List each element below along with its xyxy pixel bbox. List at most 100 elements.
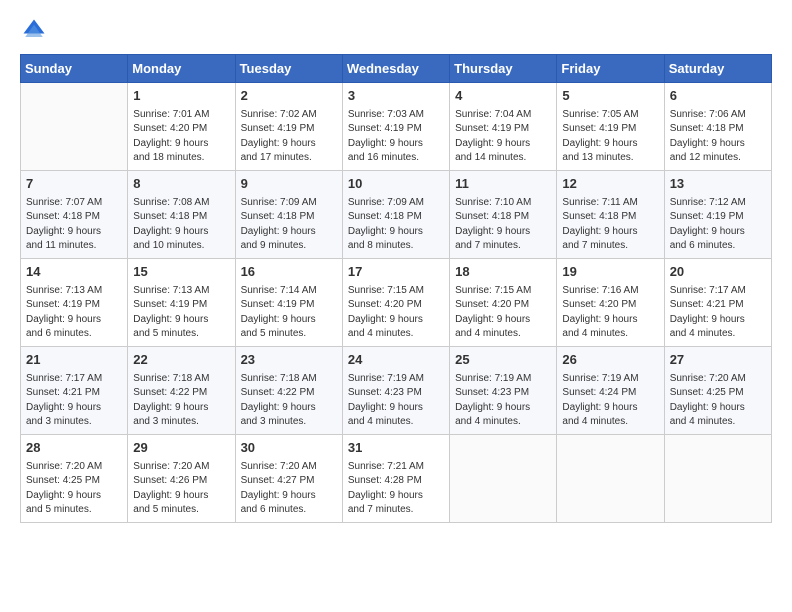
- day-info: Sunrise: 7:13 AM Sunset: 4:19 PM Dayligh…: [26, 284, 122, 342]
- day-number: 17: [348, 263, 444, 282]
- day-number: 31: [348, 439, 444, 458]
- calendar-day-cell: 16 Sunrise: 7:14 AM Sunset: 4:19 PM Dayli…: [235, 259, 342, 347]
- day-number: 28: [26, 439, 122, 458]
- calendar-day-cell: 17 Sunrise: 7:15 AM Sunset: 4:20 PM Dayli…: [342, 259, 449, 347]
- day-number: 13: [670, 175, 766, 194]
- calendar-day-cell: 9 Sunrise: 7:09 AM Sunset: 4:18 PM Daylig…: [235, 171, 342, 259]
- day-number: 22: [133, 351, 229, 370]
- calendar-header: SundayMondayTuesdayWednesdayThursdayFrid…: [21, 55, 772, 83]
- weekday-header-thursday: Thursday: [450, 55, 557, 83]
- calendar-day-cell: 13 Sunrise: 7:12 AM Sunset: 4:19 PM Dayli…: [664, 171, 771, 259]
- calendar-day-cell: 5 Sunrise: 7:05 AM Sunset: 4:19 PM Daylig…: [557, 83, 664, 171]
- weekday-header-saturday: Saturday: [664, 55, 771, 83]
- day-info: Sunrise: 7:14 AM Sunset: 4:19 PM Dayligh…: [241, 284, 337, 342]
- day-number: 29: [133, 439, 229, 458]
- calendar-day-cell: 28 Sunrise: 7:20 AM Sunset: 4:25 PM Dayli…: [21, 435, 128, 523]
- calendar-day-cell: 19Sunrise: 7:16 AM Sunset: 4:20 PM Dayli…: [557, 259, 664, 347]
- calendar-week-row: 1 Sunrise: 7:01 AM Sunset: 4:20 PM Daylig…: [21, 83, 772, 171]
- calendar-body: 1 Sunrise: 7:01 AM Sunset: 4:20 PM Daylig…: [21, 83, 772, 523]
- calendar-day-cell: 11Sunrise: 7:10 AM Sunset: 4:18 PM Dayli…: [450, 171, 557, 259]
- weekday-header-sunday: Sunday: [21, 55, 128, 83]
- calendar-day-cell: [21, 83, 128, 171]
- day-info: Sunrise: 7:19 AM Sunset: 4:23 PM Dayligh…: [348, 372, 444, 430]
- calendar-day-cell: 12 Sunrise: 7:11 AM Sunset: 4:18 PM Dayli…: [557, 171, 664, 259]
- day-info: Sunrise: 7:05 AM Sunset: 4:19 PM Dayligh…: [562, 108, 658, 166]
- day-number: 7: [26, 175, 122, 194]
- calendar-day-cell: 4Sunrise: 7:04 AM Sunset: 4:19 PM Daylig…: [450, 83, 557, 171]
- day-number: 25: [455, 351, 551, 370]
- day-number: 3: [348, 87, 444, 106]
- day-number: 24: [348, 351, 444, 370]
- calendar-day-cell: 10 Sunrise: 7:09 AM Sunset: 4:18 PM Dayli…: [342, 171, 449, 259]
- day-info: Sunrise: 7:11 AM Sunset: 4:18 PM Dayligh…: [562, 196, 658, 254]
- calendar-day-cell: 3 Sunrise: 7:03 AM Sunset: 4:19 PM Daylig…: [342, 83, 449, 171]
- day-info: Sunrise: 7:15 AM Sunset: 4:20 PM Dayligh…: [455, 284, 551, 342]
- page-header: [20, 16, 772, 44]
- calendar-day-cell: 15 Sunrise: 7:13 AM Sunset: 4:19 PM Dayli…: [128, 259, 235, 347]
- weekday-header-friday: Friday: [557, 55, 664, 83]
- weekday-header-wednesday: Wednesday: [342, 55, 449, 83]
- day-info: Sunrise: 7:21 AM Sunset: 4:28 PM Dayligh…: [348, 460, 444, 518]
- day-info: Sunrise: 7:03 AM Sunset: 4:19 PM Dayligh…: [348, 108, 444, 166]
- day-info: Sunrise: 7:13 AM Sunset: 4:19 PM Dayligh…: [133, 284, 229, 342]
- calendar-day-cell: 24 Sunrise: 7:19 AM Sunset: 4:23 PM Dayli…: [342, 347, 449, 435]
- calendar-day-cell: 7 Sunrise: 7:07 AM Sunset: 4:18 PM Daylig…: [21, 171, 128, 259]
- day-info: Sunrise: 7:17 AM Sunset: 4:21 PM Dayligh…: [670, 284, 766, 342]
- calendar-day-cell: 1 Sunrise: 7:01 AM Sunset: 4:20 PM Daylig…: [128, 83, 235, 171]
- calendar-day-cell: 2 Sunrise: 7:02 AM Sunset: 4:19 PM Daylig…: [235, 83, 342, 171]
- calendar-day-cell: 26 Sunrise: 7:19 AM Sunset: 4:24 PM Dayli…: [557, 347, 664, 435]
- calendar-day-cell: [450, 435, 557, 523]
- day-info: Sunrise: 7:12 AM Sunset: 4:19 PM Dayligh…: [670, 196, 766, 254]
- day-number: 10: [348, 175, 444, 194]
- day-number: 26: [562, 351, 658, 370]
- day-info: Sunrise: 7:19 AM Sunset: 4:24 PM Dayligh…: [562, 372, 658, 430]
- day-number: 2: [241, 87, 337, 106]
- calendar-day-cell: 29Sunrise: 7:20 AM Sunset: 4:26 PM Dayli…: [128, 435, 235, 523]
- day-info: Sunrise: 7:02 AM Sunset: 4:19 PM Dayligh…: [241, 108, 337, 166]
- day-number: 1: [133, 87, 229, 106]
- calendar-table: SundayMondayTuesdayWednesdayThursdayFrid…: [20, 54, 772, 523]
- day-info: Sunrise: 7:15 AM Sunset: 4:20 PM Dayligh…: [348, 284, 444, 342]
- logo-icon: [20, 16, 48, 44]
- day-number: 16: [241, 263, 337, 282]
- day-info: Sunrise: 7:20 AM Sunset: 4:27 PM Dayligh…: [241, 460, 337, 518]
- calendar-week-row: 28 Sunrise: 7:20 AM Sunset: 4:25 PM Dayli…: [21, 435, 772, 523]
- day-info: Sunrise: 7:10 AM Sunset: 4:18 PM Dayligh…: [455, 196, 551, 254]
- calendar-week-row: 7 Sunrise: 7:07 AM Sunset: 4:18 PM Daylig…: [21, 171, 772, 259]
- calendar-day-cell: 14Sunrise: 7:13 AM Sunset: 4:19 PM Dayli…: [21, 259, 128, 347]
- day-number: 9: [241, 175, 337, 194]
- calendar-day-cell: 8 Sunrise: 7:08 AM Sunset: 4:18 PM Daylig…: [128, 171, 235, 259]
- day-info: Sunrise: 7:20 AM Sunset: 4:25 PM Dayligh…: [26, 460, 122, 518]
- day-info: Sunrise: 7:20 AM Sunset: 4:25 PM Dayligh…: [670, 372, 766, 430]
- logo: [20, 16, 52, 44]
- day-info: Sunrise: 7:07 AM Sunset: 4:18 PM Dayligh…: [26, 196, 122, 254]
- weekday-header-row: SundayMondayTuesdayWednesdayThursdayFrid…: [21, 55, 772, 83]
- calendar-day-cell: [664, 435, 771, 523]
- calendar-day-cell: 30Sunrise: 7:20 AM Sunset: 4:27 PM Dayli…: [235, 435, 342, 523]
- day-number: 6: [670, 87, 766, 106]
- day-number: 5: [562, 87, 658, 106]
- day-number: 8: [133, 175, 229, 194]
- weekday-header-tuesday: Tuesday: [235, 55, 342, 83]
- day-number: 21: [26, 351, 122, 370]
- day-info: Sunrise: 7:04 AM Sunset: 4:19 PM Dayligh…: [455, 108, 551, 166]
- day-info: Sunrise: 7:09 AM Sunset: 4:18 PM Dayligh…: [348, 196, 444, 254]
- day-number: 15: [133, 263, 229, 282]
- day-info: Sunrise: 7:09 AM Sunset: 4:18 PM Dayligh…: [241, 196, 337, 254]
- day-info: Sunrise: 7:08 AM Sunset: 4:18 PM Dayligh…: [133, 196, 229, 254]
- calendar-day-cell: 18Sunrise: 7:15 AM Sunset: 4:20 PM Dayli…: [450, 259, 557, 347]
- day-info: Sunrise: 7:18 AM Sunset: 4:22 PM Dayligh…: [241, 372, 337, 430]
- calendar-day-cell: 21 Sunrise: 7:17 AM Sunset: 4:21 PM Dayli…: [21, 347, 128, 435]
- weekday-header-monday: Monday: [128, 55, 235, 83]
- day-number: 23: [241, 351, 337, 370]
- calendar-day-cell: 31 Sunrise: 7:21 AM Sunset: 4:28 PM Dayli…: [342, 435, 449, 523]
- calendar-day-cell: 25 Sunrise: 7:19 AM Sunset: 4:23 PM Dayli…: [450, 347, 557, 435]
- day-info: Sunrise: 7:17 AM Sunset: 4:21 PM Dayligh…: [26, 372, 122, 430]
- calendar-day-cell: 22Sunrise: 7:18 AM Sunset: 4:22 PM Dayli…: [128, 347, 235, 435]
- calendar-day-cell: 23 Sunrise: 7:18 AM Sunset: 4:22 PM Dayli…: [235, 347, 342, 435]
- day-info: Sunrise: 7:19 AM Sunset: 4:23 PM Dayligh…: [455, 372, 551, 430]
- day-number: 20: [670, 263, 766, 282]
- day-number: 12: [562, 175, 658, 194]
- day-info: Sunrise: 7:01 AM Sunset: 4:20 PM Dayligh…: [133, 108, 229, 166]
- calendar-day-cell: [557, 435, 664, 523]
